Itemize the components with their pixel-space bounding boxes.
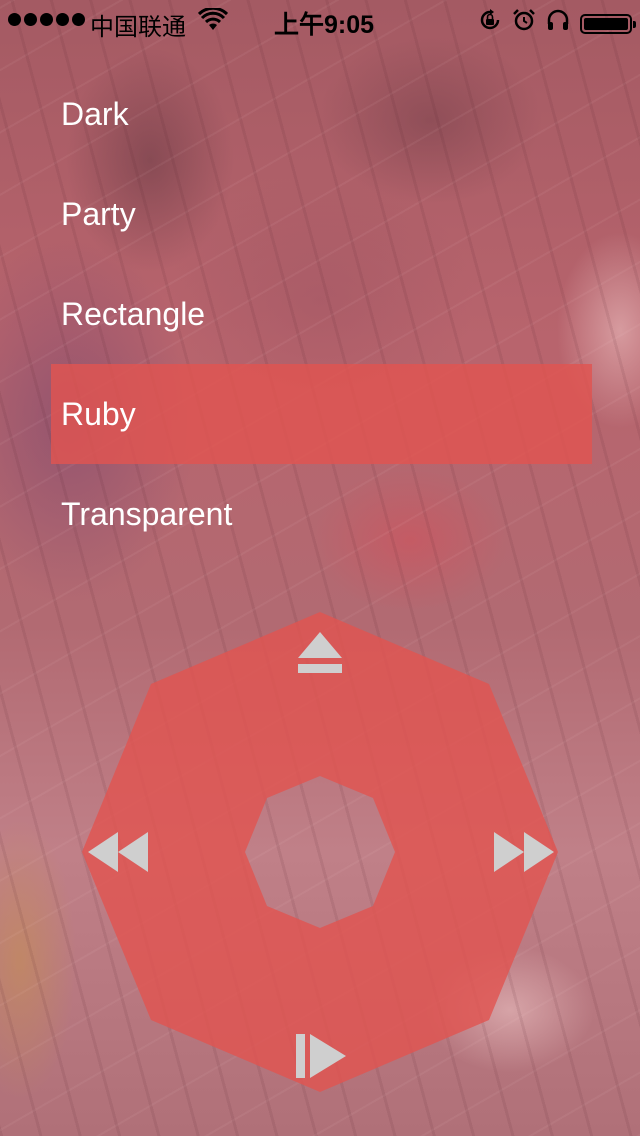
alarm-icon	[512, 8, 536, 39]
fast-forward-button[interactable]	[492, 822, 556, 882]
eject-icon	[298, 632, 342, 673]
signal-dots-icon	[8, 13, 85, 26]
menu-item-ruby[interactable]: Ruby	[51, 364, 592, 464]
menu-item-dark[interactable]: Dark	[51, 64, 592, 164]
menu-item-transparent[interactable]: Transparent	[51, 464, 592, 564]
battery-fill	[584, 17, 628, 30]
status-icons	[478, 8, 636, 39]
status-bar: 中国联通 上午9:05	[0, 0, 640, 41]
play-pause-button[interactable]	[292, 1026, 352, 1086]
wifi-icon	[197, 6, 229, 39]
rewind-button[interactable]	[86, 822, 150, 882]
theme-menu: Dark Party Rectangle Ruby Transparent	[51, 64, 592, 564]
carrier-name: 中国联通	[90, 14, 186, 41]
headphones-icon	[546, 8, 570, 39]
menu-item-rectangle[interactable]: Rectangle	[51, 264, 592, 364]
menu-item-label: Party	[61, 195, 136, 232]
battery-icon	[580, 13, 636, 34]
menu-item-label: Ruby	[61, 395, 136, 432]
rewind-icon	[88, 832, 148, 872]
menu-item-label: Transparent	[61, 495, 233, 532]
octagon-controller	[82, 612, 558, 1092]
menu-item-label: Dark	[61, 95, 129, 132]
play-pause-icon	[296, 1034, 346, 1078]
menu-item-party[interactable]: Party	[51, 164, 592, 264]
rotation-lock-icon	[478, 8, 502, 39]
fast-forward-icon	[494, 832, 554, 872]
eject-button[interactable]	[290, 626, 350, 686]
status-time: 上午9:05	[274, 11, 375, 39]
menu-item-label: Rectangle	[61, 295, 206, 332]
